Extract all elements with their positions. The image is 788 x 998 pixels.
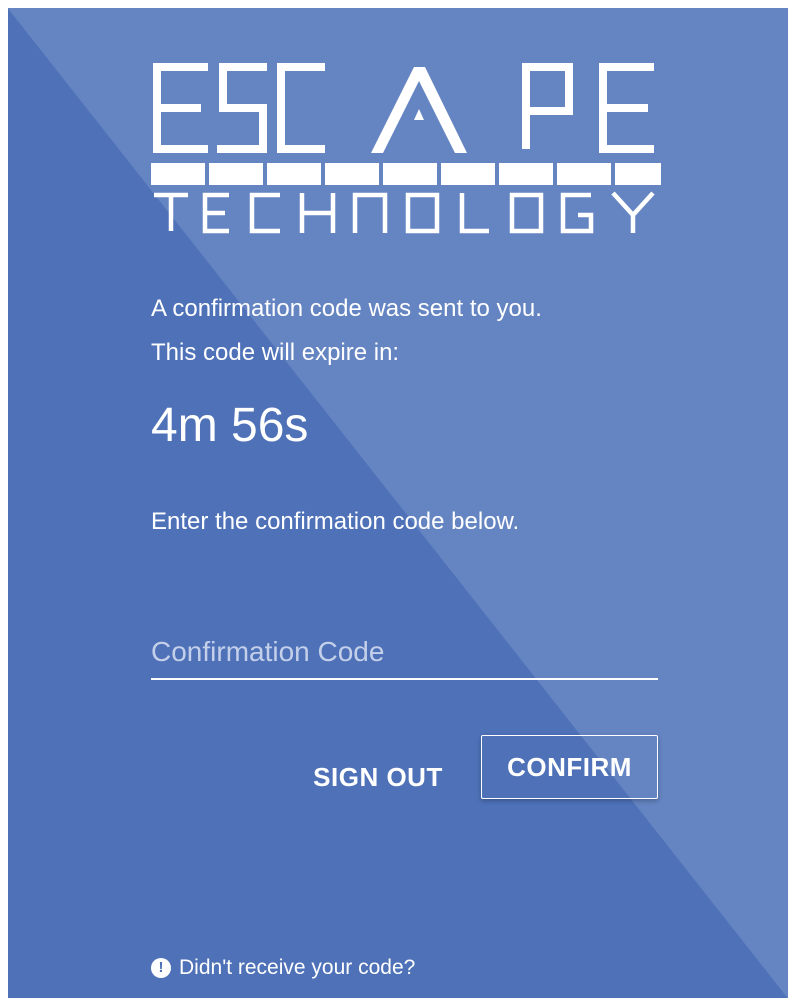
help-link-text: Didn't receive your code? bbox=[179, 956, 416, 979]
instruction-message: Enter the confirmation code below. bbox=[151, 508, 520, 535]
code-sent-message: A confirmation code was sent to you. bbox=[151, 295, 542, 322]
countdown-timer: 4m 56s bbox=[151, 399, 309, 452]
confirmation-code-input[interactable] bbox=[151, 626, 658, 680]
confirm-button[interactable]: CONFIRM bbox=[481, 735, 658, 799]
escape-technology-logo bbox=[151, 63, 661, 234]
expiry-message: This code will expire in: bbox=[151, 339, 400, 366]
alert-circle-icon: ! bbox=[151, 958, 171, 978]
sign-out-button[interactable]: SIGN OUT bbox=[303, 745, 453, 809]
confirmation-panel: A confirmation code was sent to you. Thi… bbox=[8, 8, 788, 998]
didnt-receive-code-link[interactable]: ! Didn't receive your code? bbox=[151, 952, 415, 984]
